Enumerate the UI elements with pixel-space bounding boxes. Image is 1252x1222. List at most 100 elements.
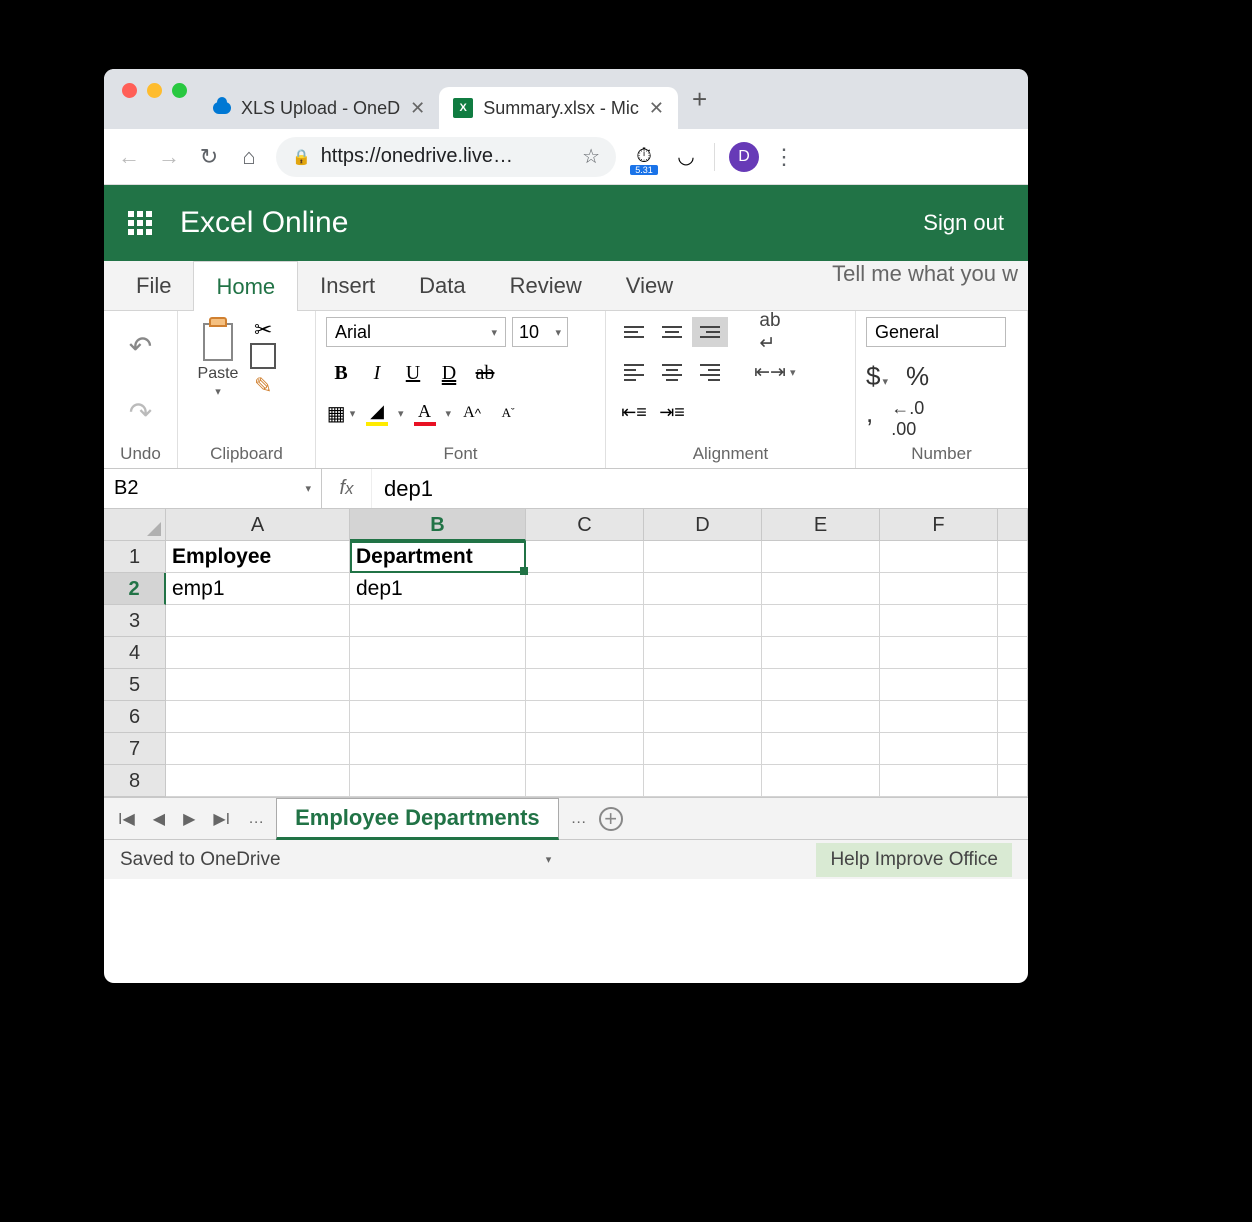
close-tab-icon[interactable]: ✕ — [410, 98, 425, 119]
cell-A8[interactable] — [166, 765, 350, 797]
percent-button[interactable]: % — [906, 361, 929, 392]
reload-button[interactable]: ↻ — [196, 144, 222, 170]
paste-button[interactable]: Paste ▾ — [188, 317, 248, 398]
undo-button[interactable]: ↶ — [129, 330, 152, 363]
column-header[interactable] — [998, 509, 1028, 541]
double-underline-button[interactable]: D — [434, 359, 464, 387]
cell[interactable] — [998, 669, 1028, 701]
extension-pocket-icon[interactable]: ◡ — [672, 143, 700, 171]
align-left-button[interactable] — [616, 357, 652, 387]
cell-E8[interactable] — [762, 765, 880, 797]
cell-B3[interactable] — [350, 605, 526, 637]
column-header-A[interactable]: A — [166, 509, 350, 541]
align-top-button[interactable] — [616, 317, 652, 347]
cell[interactable] — [998, 701, 1028, 733]
cell[interactable] — [998, 541, 1028, 573]
cell-C2[interactable] — [526, 573, 644, 605]
copy-button[interactable] — [254, 349, 272, 367]
align-center-button[interactable] — [654, 357, 690, 387]
cell-C8[interactable] — [526, 765, 644, 797]
ribbon-tab-view[interactable]: View — [604, 261, 695, 310]
sheet-tab-active[interactable]: Employee Departments — [276, 798, 559, 840]
cell-A4[interactable] — [166, 637, 350, 669]
cell-F7[interactable] — [880, 733, 998, 765]
column-header-C[interactable]: C — [526, 509, 644, 541]
cell-B4[interactable] — [350, 637, 526, 669]
extension-gauge-icon[interactable]: ⏱ 5.31 — [630, 143, 658, 171]
column-header-B[interactable]: B — [350, 509, 526, 541]
comma-button[interactable]: , — [866, 398, 873, 440]
cell-B6[interactable] — [350, 701, 526, 733]
cell-F4[interactable] — [880, 637, 998, 669]
column-header-E[interactable]: E — [762, 509, 880, 541]
bookmark-star-icon[interactable]: ☆ — [582, 144, 600, 169]
cell-A5[interactable] — [166, 669, 350, 701]
strikethrough-button[interactable]: ab — [470, 359, 500, 387]
increase-decimal-button[interactable]: ←.0.00 — [891, 398, 924, 440]
row-header-1[interactable]: 1 — [104, 541, 166, 573]
next-sheet-button[interactable]: ▶ — [177, 809, 201, 829]
align-middle-button[interactable] — [654, 317, 690, 347]
align-right-button[interactable] — [692, 357, 728, 387]
row-header-6[interactable]: 6 — [104, 701, 166, 733]
cell-B8[interactable] — [350, 765, 526, 797]
font-name-select[interactable]: Arial▾ — [326, 317, 506, 347]
last-sheet-button[interactable]: ▶I — [207, 809, 236, 829]
cell[interactable] — [998, 733, 1028, 765]
cell-D2[interactable] — [644, 573, 762, 605]
tell-me-search[interactable]: Tell me what you w — [832, 261, 1018, 310]
fx-icon[interactable]: fx — [322, 469, 372, 508]
cell[interactable] — [998, 605, 1028, 637]
select-all-corner[interactable] — [104, 509, 166, 541]
back-button[interactable]: ← — [116, 144, 142, 170]
cell-A6[interactable] — [166, 701, 350, 733]
cell[interactable] — [998, 765, 1028, 797]
cell-F8[interactable] — [880, 765, 998, 797]
redo-button[interactable]: ↷ — [129, 396, 152, 429]
minimize-window-button[interactable] — [147, 83, 162, 98]
status-dropdown[interactable]: ▾ — [546, 853, 552, 866]
new-tab-button[interactable]: + — [678, 84, 721, 115]
cell-C7[interactable] — [526, 733, 644, 765]
cell-F2[interactable] — [880, 573, 998, 605]
fill-color-button[interactable]: ◢ — [362, 401, 392, 426]
cell[interactable] — [998, 637, 1028, 669]
browser-tab-excel[interactable]: X Summary.xlsx - Mic ✕ — [439, 87, 678, 129]
ribbon-tab-review[interactable]: Review — [488, 261, 604, 310]
sheet-menu-button[interactable]: … — [565, 810, 593, 828]
sign-out-link[interactable]: Sign out — [923, 210, 1004, 236]
increase-indent-button[interactable]: ⇥≡ — [654, 397, 690, 427]
font-size-select[interactable]: 10▾ — [512, 317, 568, 347]
cell-C3[interactable] — [526, 605, 644, 637]
number-format-select[interactable]: General — [866, 317, 1006, 347]
cell-E3[interactable] — [762, 605, 880, 637]
row-header-8[interactable]: 8 — [104, 765, 166, 797]
browser-menu-icon[interactable]: ⋮ — [773, 144, 795, 170]
borders-button[interactable]: ▦▾ — [326, 399, 356, 427]
row-header-5[interactable]: 5 — [104, 669, 166, 701]
currency-button[interactable]: $▾ — [866, 361, 888, 392]
sheet-list-button[interactable]: … — [242, 810, 270, 828]
cell-C5[interactable] — [526, 669, 644, 701]
cell-F5[interactable] — [880, 669, 998, 701]
merge-button[interactable]: ⇤⇥ — [752, 357, 788, 387]
cell-A7[interactable] — [166, 733, 350, 765]
maximize-window-button[interactable] — [172, 83, 187, 98]
cell-B5[interactable] — [350, 669, 526, 701]
cell-E6[interactable] — [762, 701, 880, 733]
column-header-F[interactable]: F — [880, 509, 998, 541]
row-header-7[interactable]: 7 — [104, 733, 166, 765]
name-box[interactable]: B2▾ — [104, 469, 322, 508]
cell-E2[interactable] — [762, 573, 880, 605]
cell-D3[interactable] — [644, 605, 762, 637]
add-sheet-button[interactable]: + — [599, 807, 623, 831]
shrink-font-button[interactable]: Aˇ — [493, 399, 523, 427]
spreadsheet-grid[interactable]: A B C D E F 1EmployeeDepartment2emp1dep1… — [104, 509, 1028, 797]
format-painter-button[interactable]: ✎ — [254, 373, 272, 399]
align-bottom-button[interactable] — [692, 317, 728, 347]
cell-C1[interactable] — [526, 541, 644, 573]
column-header-D[interactable]: D — [644, 509, 762, 541]
cell-D7[interactable] — [644, 733, 762, 765]
cell-A1[interactable]: Employee — [166, 541, 350, 573]
cell-B7[interactable] — [350, 733, 526, 765]
